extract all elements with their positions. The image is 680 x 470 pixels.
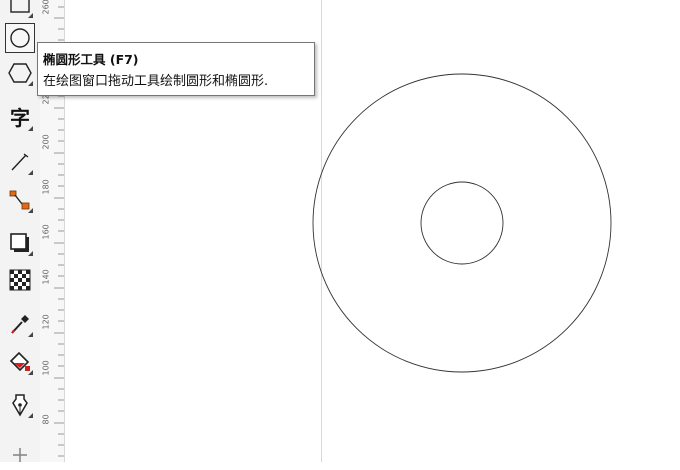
transparency-tool-button[interactable] <box>5 265 35 295</box>
flyout-indicator <box>28 370 33 375</box>
outer-circle-shape[interactable] <box>312 73 612 373</box>
flyout-indicator <box>28 170 33 175</box>
polygon-tool-button[interactable] <box>5 58 35 88</box>
tooltip-title: 椭圆形工具 (F7) <box>43 52 139 67</box>
ruler-label: 100 <box>41 360 51 376</box>
tooltip-description: 在绘图窗口拖动工具绘制圆形和椭圆形. <box>43 74 269 89</box>
pen-tool-button[interactable] <box>5 390 35 420</box>
connector-tool-button[interactable] <box>5 185 35 215</box>
text-tool-button[interactable]: 字 <box>5 103 35 133</box>
flyout-indicator <box>28 126 33 131</box>
flyout-indicator <box>28 81 33 86</box>
interactive-fill-tool-button[interactable] <box>5 347 35 377</box>
flyout-indicator <box>28 332 33 337</box>
ruler-label: 140 <box>41 269 51 285</box>
ruler-label: 160 <box>41 224 51 240</box>
ruler-label: 120 <box>41 314 51 330</box>
ruler-label: 200 <box>41 134 51 150</box>
toolbox: 字 <box>0 0 41 462</box>
ruler-label: 80 <box>41 414 51 425</box>
line-tool-button[interactable] <box>5 147 35 177</box>
flyout-indicator <box>28 413 33 418</box>
rectangle-tool-button[interactable] <box>5 0 35 20</box>
plus-icon <box>13 448 27 462</box>
checkerboard-icon <box>9 269 31 291</box>
add-tool-button[interactable] <box>5 440 35 470</box>
inner-circle-shape[interactable] <box>420 181 504 265</box>
ruler-label: 220 <box>41 89 51 105</box>
ellipse-tool-tooltip: 椭圆形工具 (F7) 在绘图窗口拖动工具绘制圆形和椭圆形. <box>37 42 315 96</box>
flyout-indicator <box>28 208 33 213</box>
ruler-label: 180 <box>41 179 51 195</box>
flyout-indicator <box>28 13 33 18</box>
text-icon: 字 <box>10 106 30 130</box>
drop-shadow-tool-button[interactable] <box>5 228 35 258</box>
ellipse-tool-button[interactable] <box>5 23 35 53</box>
eyedropper-tool-button[interactable] <box>5 309 35 339</box>
ellipse-icon <box>10 28 30 48</box>
flyout-indicator <box>28 251 33 256</box>
ruler-label: 260 <box>41 0 51 15</box>
